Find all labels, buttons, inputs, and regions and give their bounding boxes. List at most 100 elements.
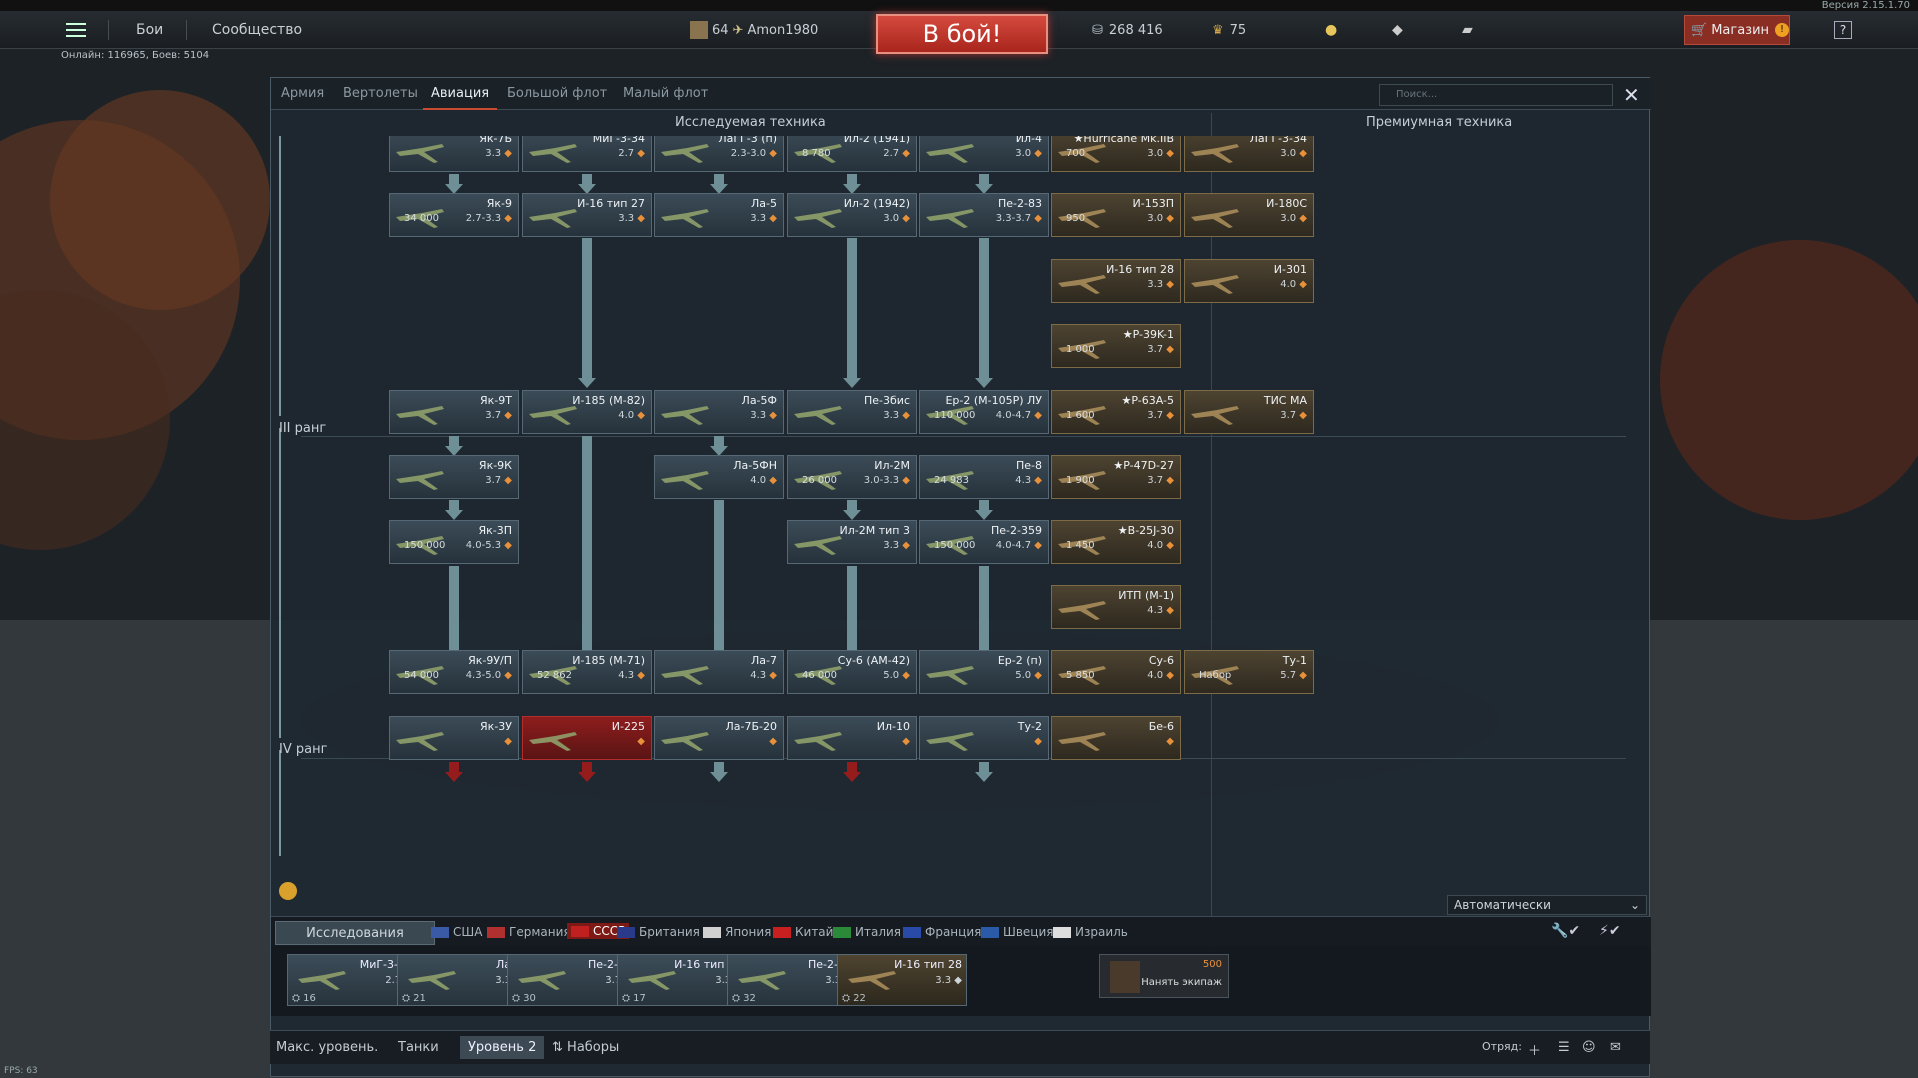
- nation-tab[interactable]: Швеция: [981, 925, 1053, 939]
- tanks-button[interactable]: Танки: [398, 1040, 439, 1055]
- vehicle-card[interactable]: И-225 ◆: [522, 716, 652, 760]
- vehicle-card[interactable]: МиГ-3-34 2.7 ◆: [522, 136, 652, 172]
- player-level: 64: [712, 22, 729, 38]
- level-button[interactable]: Уровень 2: [460, 1036, 545, 1059]
- vehicle-card[interactable]: Як-9 34 000 2.7-3.3 ◆: [389, 193, 519, 237]
- vehicle-card[interactable]: И-185 (М-82) 4.0 ◆: [522, 390, 652, 434]
- vehicle-card[interactable]: И-185 (М-71) 52 862 4.3 ◆: [522, 650, 652, 694]
- nation-tab[interactable]: Германия: [487, 925, 571, 939]
- vehicle-card[interactable]: ИТП (М-1) 4.3 ◆: [1051, 585, 1181, 629]
- silver-balance[interactable]: ⛁ 268 416: [1092, 11, 1163, 49]
- flag-icon: [617, 926, 635, 938]
- vehicle-card[interactable]: ★P-63A-5 1 600 3.7 ◆: [1051, 390, 1181, 434]
- vehicle-card[interactable]: ★B-25J-30 1 450 4.0 ◆: [1051, 520, 1181, 564]
- nation-tab[interactable]: Франция: [903, 925, 981, 939]
- vehicle-card[interactable]: Ил-2 (1941) 8 780 2.7 ◆: [787, 136, 917, 172]
- vehicle-card[interactable]: И-180С 3.0 ◆: [1184, 193, 1314, 237]
- vehicle-card[interactable]: Як-9К 3.7 ◆: [389, 455, 519, 499]
- ammo-icon[interactable]: ⚡✔: [1599, 923, 1621, 939]
- list-icon[interactable]: ☰: [1558, 1040, 1570, 1055]
- nation-tab[interactable]: Британия: [617, 925, 700, 939]
- tab-coastal-fleet[interactable]: Малый флот: [623, 86, 708, 101]
- nation-tab[interactable]: Япония: [703, 925, 771, 939]
- mail-icon[interactable]: ✉: [1610, 1040, 1621, 1055]
- vehicle-card[interactable]: Як-3У ◆: [389, 716, 519, 760]
- nation-tab[interactable]: Израиль: [1053, 925, 1128, 939]
- friends-icon[interactable]: ☺: [1582, 1040, 1596, 1055]
- menu-community[interactable]: Сообщество: [212, 11, 302, 49]
- crew-slot[interactable]: И-16 тип 28 3.3 ◆ ⛭ 22: [837, 954, 967, 1006]
- vehicle-card[interactable]: Пе-3бис 3.3 ◆: [787, 390, 917, 434]
- golden-eagles[interactable]: ♛ 75: [1212, 11, 1246, 49]
- vehicle-card[interactable]: Як-9Т 3.7 ◆: [389, 390, 519, 434]
- vehicle-card[interactable]: И-16 тип 27 3.3 ◆: [522, 193, 652, 237]
- tab-army[interactable]: Армия: [281, 86, 324, 101]
- vehicle-card[interactable]: Ла-5Ф 3.3 ◆: [654, 390, 784, 434]
- player-profile[interactable]: 64 ✈ Amon1980: [690, 11, 818, 49]
- vehicle-card[interactable]: Ил-10 ◆: [787, 716, 917, 760]
- vehicle-card[interactable]: Бе-6 ◆: [1051, 716, 1181, 760]
- vehicle-card[interactable]: ЛаГГ-3-34 3.0 ◆: [1184, 136, 1314, 172]
- vehicle-card[interactable]: Ла-7 4.3 ◆: [654, 650, 784, 694]
- vehicle-card[interactable]: И-16 тип 28 3.3 ◆: [1051, 259, 1181, 303]
- sets-button[interactable]: ⇅ Наборы: [552, 1040, 619, 1055]
- battle-rating: 3.3 ◆: [750, 213, 777, 224]
- vehicle-card[interactable]: Пе-8 24 983 4.3 ◆: [919, 455, 1049, 499]
- vehicle-card[interactable]: Ту-2 ◆: [919, 716, 1049, 760]
- vehicle-card[interactable]: ★Hurricane Mk.IIB 700 3.0 ◆: [1051, 136, 1181, 172]
- nation-label: Швеция: [1003, 925, 1054, 939]
- repair-icon[interactable]: 🔧✔: [1551, 923, 1580, 939]
- vehicle-card[interactable]: ЛаГГ-3 (п) 2.3-3.0 ◆: [654, 136, 784, 172]
- techtree-window: Армия Вертолеты Авиация Большой флот Мал…: [270, 77, 1651, 1077]
- vehicle-card[interactable]: Ер-2 (п) 5.0 ◆: [919, 650, 1049, 694]
- shop-button[interactable]: 🛒 Магазин !: [1684, 15, 1790, 45]
- tab-helicopters[interactable]: Вертолеты: [343, 86, 418, 101]
- vehicle-card[interactable]: Ту-1 Набор 5.7 ◆: [1184, 650, 1314, 694]
- vehicle-card[interactable]: Ла-5ФН 4.0 ◆: [654, 455, 784, 499]
- vehicle-card[interactable]: Ил-2М тип 3 3.3 ◆: [787, 520, 917, 564]
- help-button[interactable]: ?: [1834, 21, 1852, 39]
- search-input[interactable]: Поиск...: [1379, 84, 1613, 106]
- decal-icon[interactable]: ◆: [1392, 11, 1403, 49]
- tab-bluewater-fleet[interactable]: Большой флот: [507, 86, 607, 101]
- vehicle-card[interactable]: И-301 4.0 ◆: [1184, 259, 1314, 303]
- nation-tab[interactable]: Китай: [773, 925, 833, 939]
- max-level-button[interactable]: Макс. уровень.: [276, 1040, 378, 1055]
- br-value: 3.7: [485, 475, 502, 486]
- vehicle-card[interactable]: Ил-2М 26 000 3.0-3.3 ◆: [787, 455, 917, 499]
- vehicle-card[interactable]: Ла-5 3.3 ◆: [654, 193, 784, 237]
- vehicle-card[interactable]: Як-7Б 3.3 ◆: [389, 136, 519, 172]
- warning-icon[interactable]: [279, 882, 297, 900]
- menu-battles[interactable]: Бои: [136, 11, 163, 49]
- vehicle-card[interactable]: И-153П 950 3.0 ◆: [1051, 193, 1181, 237]
- nation-tab[interactable]: США: [431, 925, 482, 939]
- close-icon[interactable]: ✕: [1623, 83, 1640, 107]
- battle-button[interactable]: В бой!: [876, 14, 1048, 54]
- vehicle-card[interactable]: ★P-47D-27 1 900 3.7 ◆: [1051, 455, 1181, 499]
- vehicle-card[interactable]: Пе-2-83 3.3-3.7 ◆: [919, 193, 1049, 237]
- coupon-icon[interactable]: ▰: [1462, 11, 1473, 49]
- vehicle-card[interactable]: ★P-39K-1 1 000 3.7 ◆: [1051, 324, 1181, 368]
- vehicle-card[interactable]: Су-6 5 850 4.0 ◆: [1051, 650, 1181, 694]
- vehicle-card[interactable]: Як-9У/П 54 000 4.3-5.0 ◆: [389, 650, 519, 694]
- research-button[interactable]: Исследования: [275, 921, 435, 945]
- menu-button[interactable]: [66, 11, 86, 49]
- vehicle-card[interactable]: Ил-4 3.0 ◆: [919, 136, 1049, 172]
- br-value: 2.7: [618, 148, 635, 159]
- nation-tab[interactable]: Италия: [833, 925, 901, 939]
- vehicle-card[interactable]: Ер-2 (М-105Р) ЛУ 110 000 4.0-4.7 ◆: [919, 390, 1049, 434]
- vehicle-name: Ил-2 (1941): [843, 136, 910, 145]
- auto-research-select[interactable]: Автоматически ⌄: [1447, 895, 1647, 915]
- add-squad-icon[interactable]: ＋: [1528, 1040, 1541, 1059]
- vehicle-card[interactable]: Ил-2 (1942) 3.0 ◆: [787, 193, 917, 237]
- tab-aviation[interactable]: Авиация: [431, 86, 489, 101]
- arrow-head: [578, 772, 596, 782]
- br-value: 4.3: [750, 670, 767, 681]
- lightbulb-icon[interactable]: ●: [1325, 11, 1337, 49]
- vehicle-card[interactable]: Як-3П 150 000 4.0-5.3 ◆: [389, 520, 519, 564]
- vehicle-card[interactable]: ТИС МА 3.7 ◆: [1184, 390, 1314, 434]
- vehicle-card[interactable]: Пе-2-359 150 000 4.0-4.7 ◆: [919, 520, 1049, 564]
- vehicle-card[interactable]: Су-6 (АМ-42) 46 000 5.0 ◆: [787, 650, 917, 694]
- vehicle-card[interactable]: Ла-7Б-20 ◆: [654, 716, 784, 760]
- hire-crew-button[interactable]: 500 Нанять экипаж: [1099, 954, 1229, 998]
